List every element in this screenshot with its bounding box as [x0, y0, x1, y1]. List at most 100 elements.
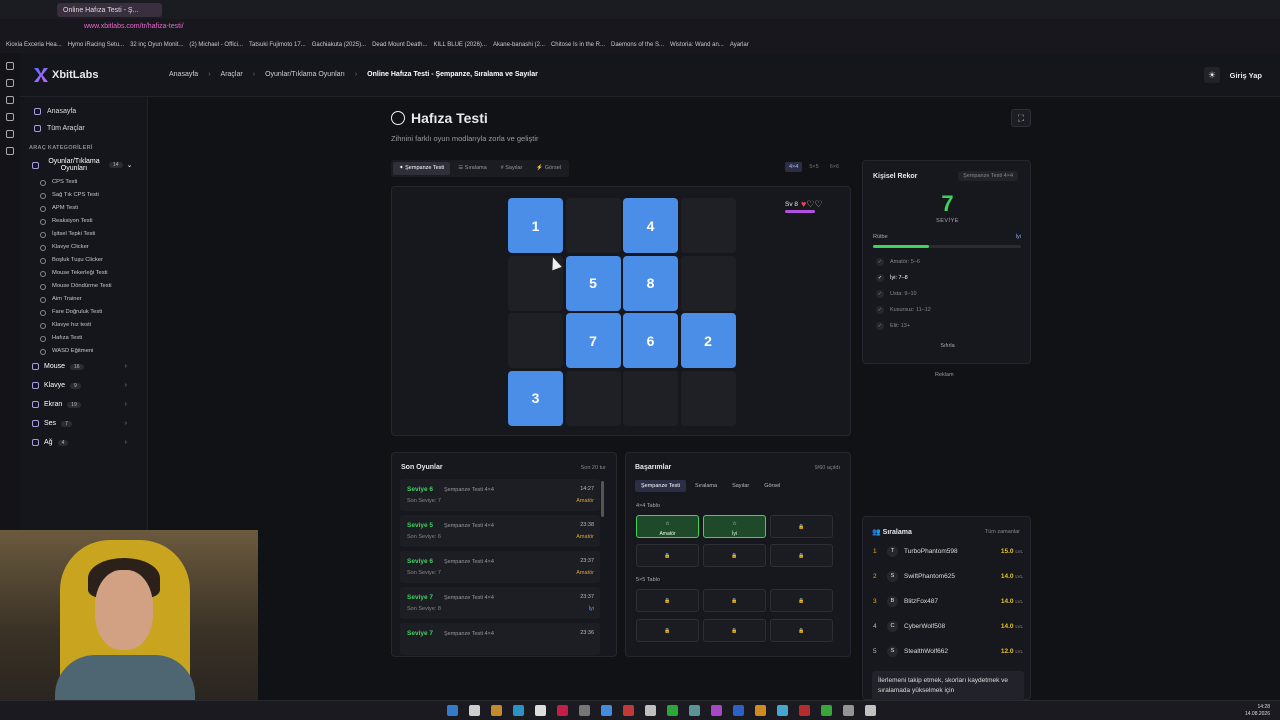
table-row[interactable]: 2 S SwiftPhantom625 14.0 LVL	[873, 569, 1023, 583]
table-row[interactable]: 4 C CyberWolf508 14.0 LVL	[873, 619, 1023, 633]
taskbar-app-icon[interactable]	[513, 705, 524, 716]
table-row[interactable]: 3 B BlitzFox487 14.0 LVL	[873, 594, 1023, 608]
fullscreen-icon[interactable]: ⛶	[1011, 109, 1031, 127]
achievement-badge-locked[interactable]: 🔒	[770, 619, 833, 642]
board-cell[interactable]: 4	[623, 198, 678, 253]
list-item[interactable]: Seviye 6 Şempanze Testi 4×4 23:37 Son Seviy…	[400, 551, 600, 583]
list-item[interactable]: Seviye 7 Şempanze Testi 4×4 23:36	[400, 623, 600, 655]
chat-icon[interactable]	[6, 96, 14, 104]
message-icon[interactable]	[6, 113, 14, 121]
achievement-badge-locked[interactable]: 🔒	[636, 619, 699, 642]
breadcrumb-games[interactable]: Oyunlar/Tıklama Oyunları	[265, 71, 345, 78]
breadcrumb-home[interactable]: Anasayfa	[169, 71, 198, 78]
sidebar-item-game[interactable]: Reaksiyon Testi	[20, 214, 147, 227]
bookmark-item[interactable]: (2) Michael - Offici...	[189, 42, 243, 48]
ach-tab-chimp[interactable]: Şempanze Testi	[635, 480, 687, 492]
taskbar-app-icon[interactable]	[557, 705, 568, 716]
sidebar-category-games[interactable]: Oyunlar/Tıklama Oyunları 14 ⌄	[20, 155, 147, 175]
leaderboard-range[interactable]: Tüm zamanlar	[985, 529, 1020, 535]
bookmark-item[interactable]: Kioxia Exceria Hea...	[6, 42, 62, 48]
bookmark-item[interactable]: Tatsuki Fujimoto 17...	[249, 42, 306, 48]
taskbar-app-icon[interactable]	[623, 705, 634, 716]
ach-tab-visual[interactable]: Görsel	[758, 480, 786, 492]
sidebar-item-game[interactable]: Mouse Tekerleği Testi	[20, 266, 147, 279]
board-cell[interactable]: 2	[680, 313, 736, 368]
site-logo[interactable]: XbitLabs	[34, 68, 98, 82]
bookmark-item[interactable]: Gachiakuta (2025)...	[312, 42, 366, 48]
taskbar-app-icon[interactable]	[535, 705, 546, 716]
taskbar-app-icon[interactable]	[447, 705, 458, 716]
sidebar-category-group[interactable]: Ekran 19 ›	[20, 395, 147, 414]
board-cell[interactable]	[623, 370, 678, 426]
tab-sequence[interactable]: ☰ Sıralama	[452, 162, 492, 175]
browser-tab[interactable]: Online Hafıza Testi - Ş...	[57, 3, 162, 17]
bookmark-item[interactable]: KILL BLUE (2026)...	[433, 42, 486, 48]
bookmark-item[interactable]: Daemons of the S...	[611, 42, 664, 48]
sidebar-item-game[interactable]: İşitsel Tepki Testi	[20, 227, 147, 240]
taskbar-app-icon[interactable]	[777, 705, 788, 716]
taskbar-app-icon[interactable]	[865, 705, 876, 716]
list-item[interactable]: Seviye 5 Şempanze Testi 4×4 23:38 Son Seviy…	[400, 515, 600, 547]
board-cell[interactable]	[680, 370, 736, 426]
taskbar-app-icon[interactable]	[843, 705, 854, 716]
board-cell[interactable]: 5	[565, 255, 621, 311]
board-cell[interactable]	[565, 370, 621, 426]
bookmark-item[interactable]: Hymo iRacing Setu...	[68, 42, 124, 48]
taskbar-app-icon[interactable]	[601, 705, 612, 716]
sidebar-item-game[interactable]: Fare Doğruluk Testi	[20, 305, 147, 318]
size-6x6[interactable]: 6×6	[826, 162, 843, 172]
sidebar-item-game[interactable]: CPS Testi	[20, 175, 147, 188]
taskbar-app-icon[interactable]	[799, 705, 810, 716]
board-cell[interactable]: 1	[508, 198, 563, 253]
bookmark-item[interactable]: Wistoria: Wand an...	[670, 42, 724, 48]
board-cell[interactable]: 8	[623, 255, 678, 311]
sidebar-item-game[interactable]: Boşluk Tuşu Clicker	[20, 253, 147, 266]
table-row[interactable]: 5 S StealthWolf662 12.0 LVL	[873, 644, 1023, 658]
taskbar-app-icon[interactable]	[667, 705, 678, 716]
achievement-badge-locked[interactable]: 🔒	[636, 544, 699, 567]
sidebar-item-all-tools[interactable]: Tüm Araçlar	[20, 120, 147, 137]
taskbar-app-icon[interactable]	[733, 705, 744, 716]
ach-tab-sequence[interactable]: Sıralama	[689, 480, 723, 492]
taskbar-app-icon[interactable]	[755, 705, 766, 716]
achievement-badge-earned[interactable]: ☆ İyi	[703, 515, 766, 538]
theme-toggle-icon[interactable]: ☀	[1204, 67, 1220, 83]
board-cell[interactable]	[680, 255, 736, 311]
reset-button[interactable]: Sıfırla	[863, 343, 1032, 349]
bookmark-item[interactable]: Ayarlar	[730, 42, 749, 48]
taskbar-app-icon[interactable]	[711, 705, 722, 716]
sidebar-item-game[interactable]: Hafıza Testi	[20, 331, 147, 344]
achievement-badge-locked[interactable]: 🔒	[770, 544, 833, 567]
taskbar-app-icon[interactable]	[821, 705, 832, 716]
breadcrumb-tools[interactable]: Araçlar	[221, 71, 243, 78]
sidebar-item-home[interactable]: Anasayfa	[20, 103, 147, 120]
tab-visual[interactable]: ⚡ Görsel	[530, 162, 567, 175]
table-row[interactable]: 1 T TurboPhantom598 15.0 LVL	[873, 544, 1023, 558]
list-item[interactable]: Seviye 7 Şempanze Testi 4×4 23:37 Son Seviy…	[400, 587, 600, 619]
url-field[interactable]: www.xbitlabs.com/tr/hafiza-testi/	[84, 23, 184, 30]
board-cell[interactable]	[508, 313, 563, 368]
taskbar-app-icon[interactable]	[469, 705, 480, 716]
taskbar-app-icon[interactable]	[689, 705, 700, 716]
twitch-icon[interactable]	[6, 130, 14, 138]
shop-icon[interactable]	[6, 79, 14, 87]
taskbar-app-icon[interactable]	[579, 705, 590, 716]
achievement-badge-locked[interactable]: 🔒	[703, 589, 766, 612]
ach-tab-numbers[interactable]: Sayılar	[726, 480, 755, 492]
history-icon[interactable]	[6, 62, 14, 70]
sidebar-category-group[interactable]: Klavye 9 ›	[20, 376, 147, 395]
tab-numbers[interactable]: # Sayılar	[495, 162, 529, 175]
board-cell[interactable]	[680, 198, 736, 253]
bookmark-item[interactable]: Chitose Is in the R...	[551, 42, 605, 48]
achievement-badge-locked[interactable]: 🔒	[703, 544, 766, 567]
board-cell[interactable]: 7	[565, 313, 621, 368]
achievement-badge-locked[interactable]: 🔒	[636, 589, 699, 612]
sidebar-category-group[interactable]: Ağ 4 ›	[20, 433, 147, 452]
size-5x5[interactable]: 5×5	[805, 162, 822, 172]
bookmark-icon[interactable]	[6, 147, 14, 155]
bookmark-item[interactable]: Dead Mount Death...	[372, 42, 427, 48]
achievement-badge-locked[interactable]: 🔒	[770, 589, 833, 612]
taskbar-app-icon[interactable]	[491, 705, 502, 716]
board-cell[interactable]: 6	[623, 313, 678, 368]
sidebar-category-group[interactable]: Mouse 16 ›	[20, 357, 147, 376]
